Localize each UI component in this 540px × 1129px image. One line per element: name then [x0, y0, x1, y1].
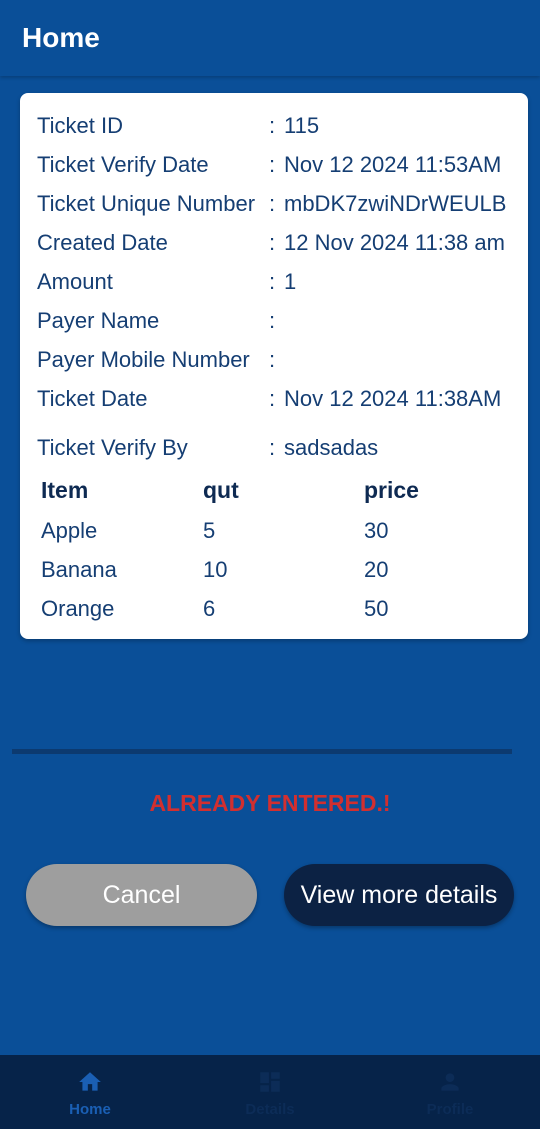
field-label: Ticket Unique Number [37, 191, 256, 216]
cancel-button[interactable]: Cancel [26, 864, 257, 926]
nav-item-details[interactable]: Details [180, 1055, 360, 1129]
app-bar: Home [0, 0, 540, 76]
person-icon [437, 1069, 463, 1095]
cell-price: 20 [364, 557, 389, 582]
column-header-qut: qut [203, 477, 239, 503]
field-label: Amount [37, 269, 113, 294]
items-table-header: Item qut price [41, 475, 511, 505]
field-separator: : [269, 386, 276, 411]
field-label: Ticket Verify Date [37, 152, 209, 177]
field-separator: : [269, 435, 276, 460]
field-value: sadsadas [284, 435, 379, 460]
page-title: Home [22, 22, 100, 53]
nav-label-details: Details [245, 1101, 295, 1118]
field-separator: : [269, 308, 276, 333]
dashboard-icon [257, 1069, 283, 1095]
field-value: 1 [284, 269, 297, 294]
field-separator: : [269, 113, 276, 138]
section-divider [12, 749, 512, 754]
table-row: Orange 6 50 [41, 594, 511, 624]
field-label: Created Date [37, 230, 168, 255]
field-separator: : [269, 191, 276, 216]
cell-qut: 5 [203, 518, 216, 543]
nav-label-home: Home [69, 1101, 111, 1118]
field-label: Ticket ID [37, 113, 123, 138]
cell-qut: 10 [203, 557, 228, 582]
nav-item-profile[interactable]: Profile [360, 1055, 540, 1129]
field-separator: : [269, 152, 276, 177]
cell-item: Orange [41, 596, 115, 621]
field-label: Payer Name [37, 308, 160, 333]
cell-price: 30 [364, 518, 389, 543]
field-value: Nov 12 2024 11:38AM [284, 386, 502, 411]
field-value: mbDK7zwiNDrWEULB [284, 191, 507, 216]
column-header-price: price [364, 477, 419, 503]
field-separator: : [269, 269, 276, 294]
table-row: Apple 5 30 [41, 516, 511, 546]
field-label: Ticket Date [37, 386, 148, 411]
home-icon [77, 1069, 103, 1095]
field-label: Payer Mobile Number [37, 347, 250, 372]
status-message: ALREADY ENTERED.! [149, 790, 391, 816]
cell-item: Banana [41, 557, 117, 582]
nav-item-home[interactable]: Home [0, 1055, 180, 1129]
bottom-navigation: Home Details Profile [0, 1055, 540, 1129]
field-separator: : [269, 347, 276, 372]
field-value: 12 Nov 2024 11:38 am [284, 230, 505, 255]
field-label: Ticket Verify By [37, 435, 188, 460]
field-separator: : [269, 230, 276, 255]
cell-qut: 6 [203, 596, 216, 621]
table-row: Banana 10 20 [41, 555, 511, 585]
field-value: Nov 12 2024 11:53AM [284, 152, 502, 177]
field-value: 115 [284, 113, 320, 138]
cell-price: 50 [364, 596, 389, 621]
nav-label-profile: Profile [426, 1101, 474, 1118]
ticket-details-card: Ticket ID : 115 Ticket Verify Date : Nov… [20, 93, 528, 639]
view-more-details-button[interactable]: View more details [284, 864, 514, 926]
cell-item: Apple [41, 518, 98, 543]
column-header-item: Item [41, 477, 89, 503]
